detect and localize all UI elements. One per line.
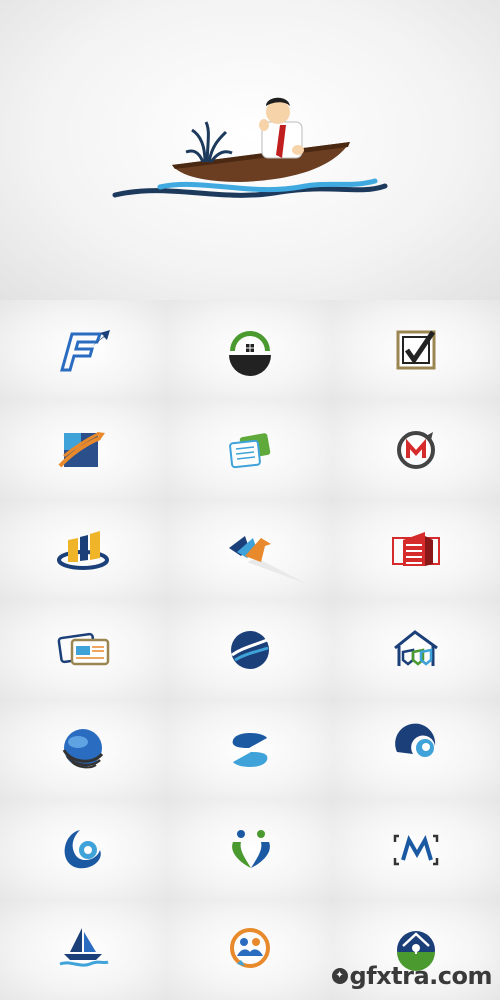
square-orange-arrows-icon [58,432,105,468]
gfxtra-logo-icon: ✦ [331,968,348,984]
logo-letter-m-brackets [333,800,500,900]
logo-green-heart-people [166,800,334,900]
hero-panel [0,0,500,300]
house-green-roof-icon [228,331,271,376]
orange-people-circle-icon [229,928,270,968]
logo-house-green-roof [166,300,334,400]
logo-square-orange-arrows [0,400,167,500]
letter-m-brackets-icon [394,834,439,866]
logo-yellow-bars-ring [0,500,167,600]
blue-swirl-circle-icon [395,723,436,757]
yellow-bars-ring-icon [57,531,109,570]
logo-house-shields [333,600,500,700]
logo-id-cards [0,600,167,700]
green-documents-icon [228,433,270,469]
sailboat-waves-icon [59,928,109,967]
logo-blue-swirl-c [0,800,167,900]
logo-circle-letter-m [333,400,500,500]
id-cards-icon [57,632,110,666]
blue-swirl-c-icon [64,830,101,869]
logo-blue-letter-s [166,700,334,800]
logo-blue-swirl-circle [333,700,500,800]
logo-sailboat-waves [0,900,167,1000]
checkbox-check-icon [396,330,436,370]
logo-blue-globe-wave [166,600,334,700]
sphere-stripes-icon [62,729,104,769]
green-heart-people-icon [231,830,270,868]
blue-letter-s-icon [232,733,268,767]
logo-orange-people-circle [166,900,334,1000]
watermark: ✦ gfxtra.com [331,962,493,990]
logo-letter-f-arrow [0,300,167,400]
blue-globe-wave-icon [230,631,269,669]
house-shields-icon [394,630,439,666]
logo-red-building [333,500,500,600]
watermark-text: gfxtra.com [349,962,493,990]
circle-letter-m-icon [397,431,436,469]
logo-green-documents [166,400,334,500]
logo-orange-arrow-chevrons [166,500,334,600]
logo-grid [0,300,500,1000]
letter-f-arrow-icon [60,330,110,372]
red-building-icon [392,532,441,566]
hero-boat-illustration [112,97,388,198]
logo-sphere-stripes [0,700,167,800]
logo-checkbox-check [333,300,500,400]
orange-arrow-chevrons-icon [228,536,307,584]
